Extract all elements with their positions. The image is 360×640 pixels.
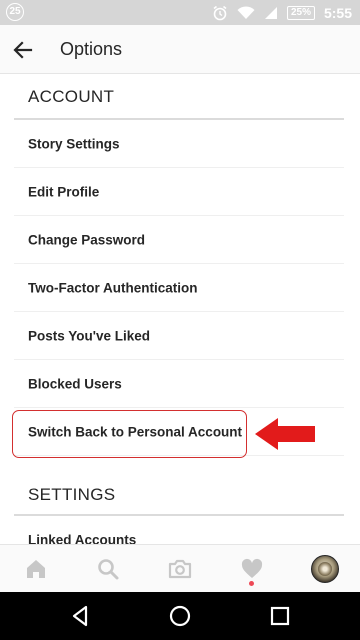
recents-square-icon[interactable] bbox=[268, 604, 292, 628]
wifi-icon bbox=[237, 5, 255, 19]
top-app-bar: Options bbox=[0, 25, 360, 74]
profile-avatar[interactable] bbox=[311, 555, 339, 583]
section-title-settings: SETTINGS bbox=[28, 485, 116, 504]
system-nav-bar bbox=[0, 592, 360, 640]
battery-percent: 25% bbox=[290, 6, 311, 18]
back-triangle-icon[interactable] bbox=[68, 604, 92, 628]
menu-item-label: Posts You've Liked bbox=[28, 328, 151, 343]
menu-item-change-password[interactable]: Change Password bbox=[14, 216, 344, 264]
avatar-image bbox=[318, 562, 332, 576]
search-icon[interactable] bbox=[96, 557, 120, 581]
red-arrow-left-icon bbox=[255, 418, 315, 450]
camera-icon[interactable] bbox=[168, 557, 192, 581]
highlight-box bbox=[12, 410, 247, 458]
menu-item-label: Story Settings bbox=[28, 136, 120, 151]
menu-item-label: Two-Factor Authentication bbox=[28, 280, 198, 295]
battery-icon: 25% bbox=[286, 5, 315, 20]
section-title-account: ACCOUNT bbox=[28, 87, 115, 106]
menu-item-label: Change Password bbox=[28, 232, 146, 247]
notification-count: 25 bbox=[6, 3, 24, 21]
heart-icon[interactable] bbox=[240, 557, 264, 581]
menu-item-story-settings[interactable]: Story Settings bbox=[14, 120, 344, 168]
activity-dot bbox=[249, 581, 254, 586]
menu-item-label: Linked Accounts bbox=[28, 532, 137, 544]
signal-icon bbox=[264, 6, 277, 19]
menu-item-edit-profile[interactable]: Edit Profile bbox=[14, 168, 344, 216]
menu-item-label: Blocked Users bbox=[28, 376, 122, 391]
alarm-icon bbox=[213, 5, 227, 20]
notification-count-icon: 25 bbox=[6, 3, 24, 21]
status-icons: 25% 5:55 bbox=[212, 0, 352, 25]
status-bar: 25 25% 5:55 bbox=[0, 0, 360, 25]
home-icon[interactable] bbox=[24, 557, 48, 581]
menu-item-blocked-users[interactable]: Blocked Users bbox=[14, 360, 344, 408]
page-title: Options bbox=[60, 39, 123, 59]
menu-item-linked-accounts[interactable]: Linked Accounts bbox=[14, 516, 344, 544]
options-list[interactable]: ACCOUNT Story Settings Edit Profile Chan… bbox=[0, 74, 360, 544]
home-circle-icon[interactable] bbox=[168, 604, 192, 628]
back-arrow-icon[interactable] bbox=[10, 37, 36, 63]
clock: 5:55 bbox=[323, 4, 352, 21]
bottom-tab-bar bbox=[0, 544, 360, 592]
menu-item-label: Edit Profile bbox=[28, 184, 100, 199]
menu-item-two-factor-authentication[interactable]: Two-Factor Authentication bbox=[14, 264, 344, 312]
menu-item-posts-liked[interactable]: Posts You've Liked bbox=[14, 312, 344, 360]
